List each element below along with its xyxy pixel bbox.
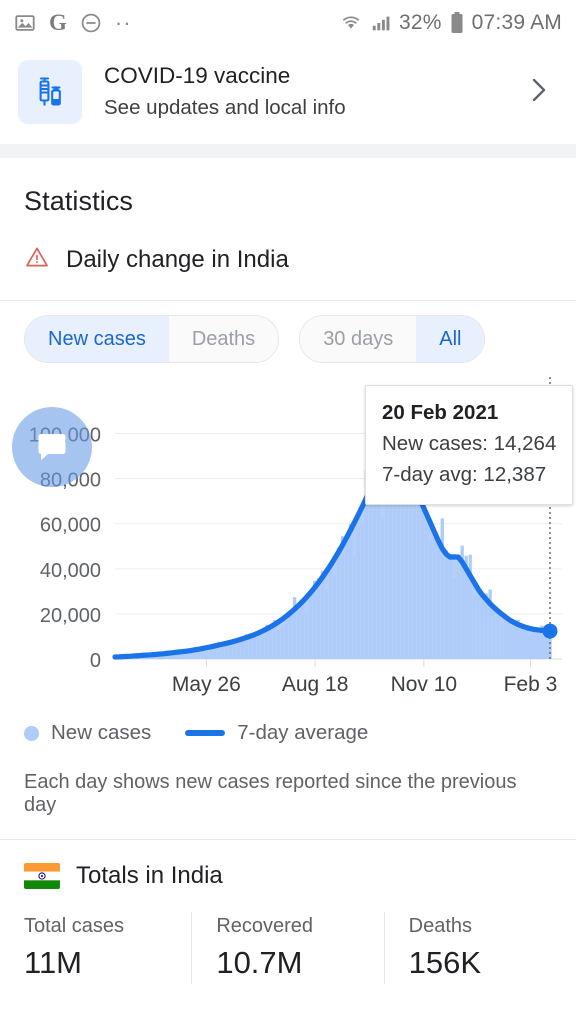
- chat-bubble-fab[interactable]: [12, 407, 92, 487]
- vaccine-card-text: COVID-19 vaccine See updates and local i…: [104, 61, 526, 123]
- india-flag-icon: [24, 863, 60, 889]
- vaccine-card-title: COVID-19 vaccine: [104, 63, 291, 88]
- total-cases-cell: Total cases 11M: [0, 912, 191, 984]
- chart-filter-chips: New cases Deaths 30 days All: [0, 301, 576, 363]
- tooltip-seven-day-avg: 7-day avg: 12,387: [382, 463, 547, 486]
- selected-point-marker: [542, 623, 558, 639]
- totals-title: Totals in India: [76, 862, 223, 889]
- warning-triangle-icon: [24, 245, 50, 274]
- daily-change-label: Daily change in India: [66, 245, 289, 273]
- x-axis-tick-label: May 26: [172, 673, 241, 696]
- legend-label-seven-day-average: 7-day average: [237, 721, 369, 744]
- recovered-cell: Recovered 10.7M: [191, 912, 383, 984]
- recovered-label: Recovered: [216, 915, 314, 937]
- wifi-icon: [339, 12, 363, 34]
- chip-deaths[interactable]: Deaths: [168, 316, 279, 362]
- legend-label-new-cases: New cases: [51, 721, 152, 744]
- tooltip-new-cases: New cases: 14,264: [382, 432, 557, 455]
- totals-header: Totals in India: [0, 840, 576, 890]
- statistics-section: Statistics Daily change in India: [0, 158, 576, 300]
- chip-new-cases[interactable]: New cases: [25, 316, 169, 362]
- vaccine-card-subtitle: See updates and local info: [104, 96, 346, 119]
- clock-label: 07:39 AM: [471, 11, 562, 34]
- daily-change-chart[interactable]: 020,00040,00060,00080,000100,000May 26Au…: [0, 377, 576, 717]
- y-axis-tick-label: 0: [90, 650, 101, 672]
- signal-icon: [370, 12, 392, 34]
- total-cases-value: 11M: [24, 945, 83, 980]
- google-icon: G: [49, 10, 67, 35]
- legend-dot-icon: [24, 725, 39, 741]
- chip-all[interactable]: All: [416, 316, 485, 362]
- chart-legend: New cases 7-day average: [0, 717, 576, 745]
- legend-line-icon: [185, 730, 226, 736]
- chip-30-days[interactable]: 30 days: [300, 316, 417, 362]
- deaths-value: 156K: [408, 945, 482, 980]
- deaths-cell: Deaths 156K: [383, 912, 576, 984]
- totals-grid: Total cases 11M Recovered 10.7M Deaths 1…: [0, 890, 576, 984]
- chevron-right-icon[interactable]: [526, 75, 558, 110]
- battery-percent-label: 32%: [399, 11, 442, 34]
- status-bar: G ·· 32% 07:39 AM: [0, 0, 576, 46]
- total-cases-label: Total cases: [24, 915, 125, 937]
- image-icon: [14, 12, 36, 34]
- covid-vaccine-card[interactable]: COVID-19 vaccine See updates and local i…: [0, 46, 576, 144]
- chart-tooltip: 20 Feb 2021 New cases: 14,264 7-day avg:…: [365, 385, 574, 505]
- section-divider-band: [0, 144, 576, 158]
- more-dots-icon: ··: [114, 10, 132, 35]
- range-chip-group: 30 days All: [299, 315, 486, 363]
- x-axis-tick-label: Nov 10: [391, 673, 458, 696]
- battery-icon: [449, 11, 465, 35]
- deaths-label: Deaths: [408, 915, 473, 937]
- metric-chip-group: New cases Deaths: [24, 315, 280, 363]
- legend-item-new-cases: New cases: [24, 721, 151, 745]
- y-axis-tick-label: 40,000: [40, 560, 101, 582]
- chart-footnote: Each day shows new cases reported since …: [24, 771, 517, 816]
- status-bar-left-icons: G ··: [14, 10, 132, 36]
- y-axis-tick-label: 60,000: [40, 515, 101, 537]
- x-axis-tick-label: Aug 18: [282, 673, 349, 696]
- page-title: Statistics: [24, 186, 134, 216]
- daily-change-header: Daily change in India: [24, 245, 552, 300]
- x-axis-tick-label: Feb 3: [504, 673, 558, 696]
- do-not-disturb-icon: [80, 12, 102, 34]
- y-axis-tick-label: 20,000: [40, 605, 101, 627]
- vaccine-syringe-icon: [18, 60, 82, 124]
- recovered-value: 10.7M: [216, 945, 303, 980]
- status-bar-right-icons: 32% 07:39 AM: [339, 11, 562, 35]
- legend-item-seven-day-average: 7-day average: [185, 721, 368, 745]
- tooltip-date: 20 Feb 2021: [382, 401, 499, 424]
- chat-bubble-icon: [38, 434, 66, 461]
